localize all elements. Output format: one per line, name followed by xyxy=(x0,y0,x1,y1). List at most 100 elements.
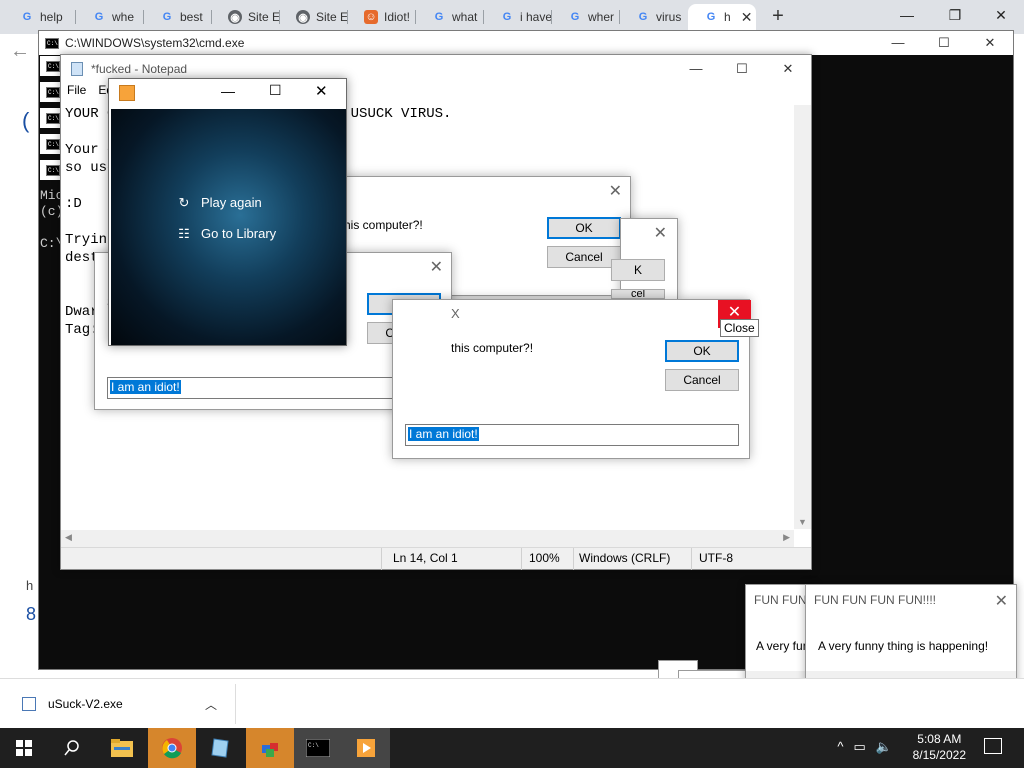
video-area: ↻ Play again ☷ Go to Library xyxy=(111,109,346,345)
browser-tab[interactable]: Ghelp xyxy=(4,4,76,30)
answer-input[interactable]: I am an idiot! xyxy=(107,377,441,399)
page-fragment: h xyxy=(26,578,34,593)
close-button[interactable]: ✕ xyxy=(978,0,1024,30)
file-explorer-button[interactable] xyxy=(98,728,146,768)
browser-tab[interactable]: Gbest xyxy=(144,4,212,30)
library-icon: ☷ xyxy=(178,225,190,241)
clock[interactable]: 5:08 AM 8/15/2022 xyxy=(913,731,966,763)
play-again-label: Play again xyxy=(201,195,262,210)
maximize-button[interactable]: ☐ xyxy=(921,31,967,55)
close-button[interactable]: ✕ xyxy=(967,31,1013,55)
media-player-window[interactable]: — ☐ ✕ ↻ Play again ☷ Go to Library xyxy=(108,78,347,346)
google-icon: G xyxy=(434,11,444,23)
globe-icon: ◉ xyxy=(228,10,242,24)
close-tab-icon[interactable]: ✕ xyxy=(741,9,753,26)
browser-tab[interactable]: Gwher xyxy=(552,4,620,30)
page-fragment: ( xyxy=(22,108,30,133)
tab-label: whe xyxy=(112,10,135,24)
title-fragment: X xyxy=(451,306,460,321)
start-button[interactable] xyxy=(0,728,48,768)
chevron-up-icon[interactable]: ^ xyxy=(837,739,843,755)
download-filename: uSuck-V2.exe xyxy=(48,697,123,711)
browser-tab[interactable]: ◉ Site E xyxy=(212,4,280,30)
tab-label: h xyxy=(724,10,731,24)
taskbar: C:\ ^ ▭ 🔈 5:08 AM 8/15/2022 xyxy=(0,728,1024,768)
maximize-button[interactable]: ☐ xyxy=(269,82,282,99)
ok-button[interactable]: OK xyxy=(547,217,621,239)
encoding: UTF-8 xyxy=(699,551,733,565)
app-taskbar-button[interactable] xyxy=(246,728,294,768)
windows-logo-icon xyxy=(16,740,32,756)
cmd-icon: C:\ xyxy=(46,61,60,72)
cmd-taskbar-button[interactable]: C:\ xyxy=(294,728,342,768)
close-button[interactable]: ✕ xyxy=(315,82,328,100)
search-button[interactable] xyxy=(48,728,96,768)
media-player-taskbar-button[interactable] xyxy=(342,728,390,768)
network-icon[interactable]: ▭ xyxy=(854,739,866,755)
exe-file-icon xyxy=(22,697,36,711)
minimize-button[interactable]: — xyxy=(875,31,921,55)
dialog-title: FUN FUN FUN FUN!!!! xyxy=(814,593,936,607)
menu-file[interactable]: File xyxy=(67,83,86,103)
google-icon: G xyxy=(162,11,172,23)
close-icon[interactable]: ✕ xyxy=(995,591,1008,611)
horizontal-scrollbar[interactable]: ◀ ▶ xyxy=(61,530,794,547)
close-tooltip: Close xyxy=(720,319,759,337)
tab-label: Idiot! xyxy=(384,10,411,24)
prompt-dialog[interactable]: X this computer?! OK Cancel I am an idio… xyxy=(392,299,750,459)
go-to-library-label: Go to Library xyxy=(201,226,277,241)
cmd-icon: C:\ xyxy=(306,739,330,757)
restore-button[interactable]: ❐ xyxy=(932,0,978,30)
browser-tab[interactable]: Gwhat xyxy=(416,4,484,30)
minimize-button[interactable]: — xyxy=(673,55,719,83)
download-item[interactable]: uSuck-V2.exe ︿ xyxy=(14,684,236,724)
maximize-button[interactable]: ☐ xyxy=(719,55,765,83)
back-arrow-icon[interactable]: ← xyxy=(10,40,30,63)
notification-icon[interactable] xyxy=(984,738,1002,754)
cancel-button[interactable]: Cancel xyxy=(665,369,739,391)
answer-input[interactable]: I am an idiot! xyxy=(405,424,739,446)
play-again-button[interactable]: ↻ Play again xyxy=(177,195,262,210)
google-icon: G xyxy=(22,11,32,23)
minimize-button[interactable]: — xyxy=(221,83,235,99)
google-icon: G xyxy=(94,11,104,23)
tab-label: Site E xyxy=(248,10,280,24)
tab-label: Site E xyxy=(316,10,348,24)
browser-tab[interactable]: ◉ Site E xyxy=(280,4,348,30)
browser-tab-active[interactable]: Gh ✕ xyxy=(688,4,756,30)
tab-label: best xyxy=(180,10,203,24)
minimize-button[interactable]: — xyxy=(884,0,930,30)
ok-button-partial[interactable]: K xyxy=(611,259,665,281)
browser-tab[interactable]: Gwhe xyxy=(76,4,144,30)
prompt-dialog-partial[interactable]: ✕ K cel xyxy=(611,218,678,300)
browser-tab[interactable]: Gvirus xyxy=(620,4,688,30)
chevron-up-icon[interactable]: ︿ xyxy=(205,696,217,713)
search-icon xyxy=(64,740,79,756)
cmd-titlebar: C:\ C:\WINDOWS\system32\cmd.exe xyxy=(39,31,1013,55)
dialog-message: his computer?! xyxy=(344,218,423,232)
cancel-button-partial[interactable]: cel xyxy=(611,289,665,299)
player-titlebar: — ☐ ✕ xyxy=(109,79,346,107)
volume-icon[interactable]: 🔈 xyxy=(876,739,892,755)
ok-button[interactable]: OK xyxy=(665,340,739,362)
notepad-icon xyxy=(71,62,83,76)
dialog-message: A very fun xyxy=(756,639,810,653)
close-icon[interactable]: ✕ xyxy=(430,257,443,277)
tab-label: what xyxy=(452,10,478,24)
vertical-scrollbar[interactable]: ▼ xyxy=(794,105,811,529)
close-icon[interactable]: ✕ xyxy=(654,223,667,243)
chrome-button[interactable] xyxy=(148,728,196,768)
cancel-button[interactable]: Cancel xyxy=(547,246,621,268)
close-icon[interactable]: ✕ xyxy=(609,181,622,201)
new-tab-button[interactable]: + xyxy=(766,4,790,30)
cmd-icon: C:\ xyxy=(46,139,60,150)
google-icon: G xyxy=(570,11,580,23)
browser-tab[interactable]: Gi have xyxy=(484,4,552,30)
replay-icon: ↻ xyxy=(178,194,190,210)
notepad-taskbar-button[interactable] xyxy=(196,728,244,768)
folder-icon xyxy=(111,739,133,757)
media-player-icon xyxy=(119,85,135,101)
go-to-library-button[interactable]: ☷ Go to Library xyxy=(177,226,276,241)
browser-tab[interactable]: ☺ Idiot! xyxy=(348,4,416,30)
close-button[interactable]: ✕ xyxy=(765,55,811,83)
